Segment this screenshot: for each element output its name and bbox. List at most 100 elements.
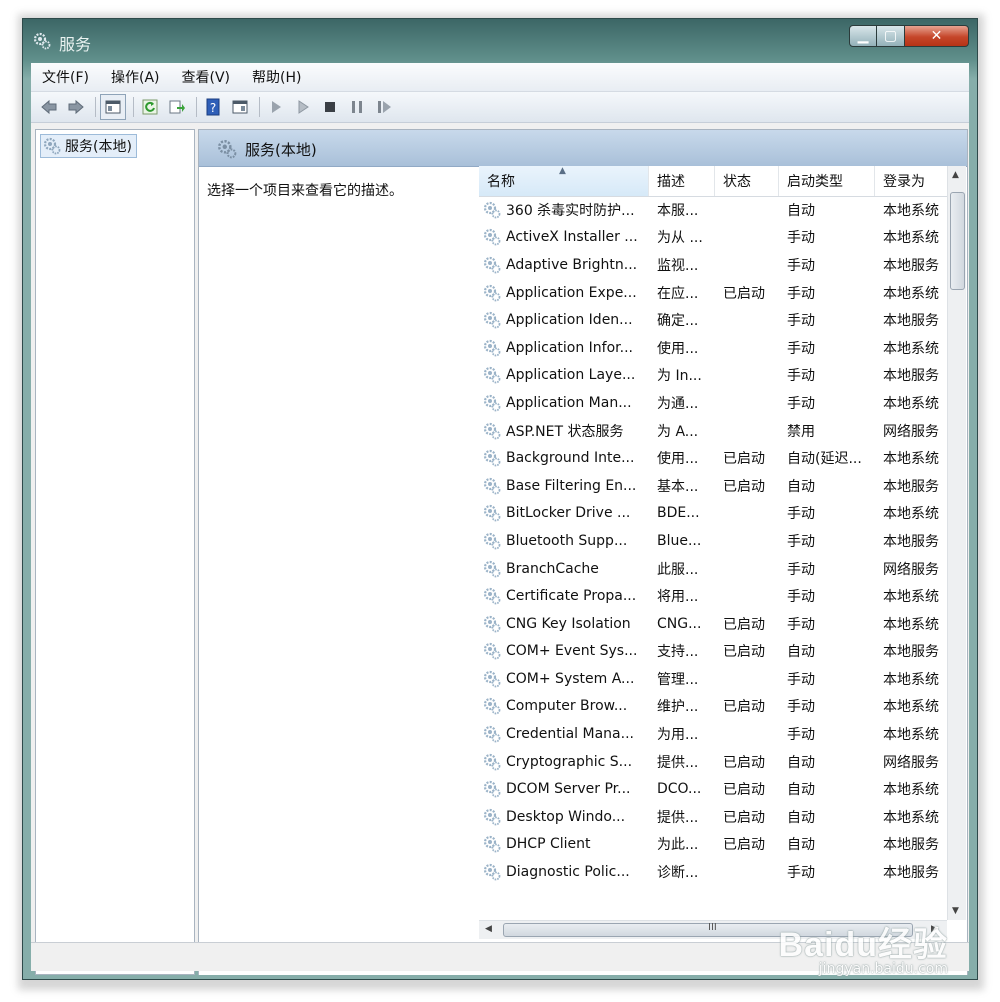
service-startup-type: 手动 (787, 285, 815, 302)
service-gear-icon (483, 808, 501, 826)
table-row[interactable]: Base Filtering En... 基本... 已启动 自动 本地服务 (479, 472, 947, 500)
column-status[interactable]: 状态 (715, 166, 779, 196)
service-name: ActiveX Installer ... (506, 229, 638, 246)
toolbar-separator (196, 97, 197, 117)
scroll-left-icon[interactable]: ◀ (485, 924, 492, 934)
service-description: 将用... (657, 589, 699, 606)
service-name-cell: Credential Mana... (479, 725, 649, 743)
service-name-cell: COM+ System A... (479, 670, 649, 688)
service-logon-as: 网络服务 (883, 423, 939, 440)
stop-service-button[interactable] (318, 95, 342, 119)
menu-file[interactable]: 文件(F) (31, 67, 100, 87)
table-row[interactable]: CNG Key Isolation CNG... 已启动 手动 本地系统 (479, 610, 947, 638)
column-logon-as-label: 登录为 (883, 174, 925, 190)
forward-button[interactable] (64, 95, 88, 119)
column-name[interactable]: 名称 ▲ (479, 166, 649, 196)
vertical-scroll-thumb[interactable] (950, 192, 965, 290)
details-header: 服务(本地) (199, 130, 967, 167)
table-row[interactable]: Background Inte... 使用... 已启动 自动(延迟... 本地系统 (479, 444, 947, 472)
table-row[interactable]: Adaptive Brightn... 监视... 手动 本地服务 (479, 251, 947, 279)
svg-text:?: ? (210, 101, 216, 115)
column-logon-as[interactable]: 登录为 (875, 166, 947, 196)
service-logon-as: 本地系统 (883, 395, 939, 412)
service-gear-icon (483, 284, 501, 301)
service-description: 为从 ... (657, 230, 703, 247)
services-window: 服务 ▁ ▢ ✕ 文件(F) 操作(A) 查看(V) 帮助(H) ? 服务(本地… (22, 18, 978, 980)
export-list-button[interactable] (165, 95, 189, 119)
table-row[interactable]: Application Iden... 确定... 手动 本地服务 (479, 306, 947, 334)
sort-ascending-icon: ▲ (559, 166, 566, 176)
scroll-down-icon[interactable]: ▼ (952, 906, 959, 916)
service-name: Application Iden... (506, 312, 633, 329)
service-gear-icon (483, 201, 501, 219)
service-status: 已启动 (723, 837, 765, 854)
service-name-cell: ASP.NET 状态服务 (479, 421, 649, 441)
table-row[interactable]: Application Laye... 为 In... 手动 本地服务 (479, 362, 947, 390)
table-row[interactable]: Certificate Propa... 将用... 手动 本地系统 (479, 582, 947, 610)
table-row[interactable]: Application Expe... 在应... 已启动 手动 本地系统 (479, 279, 947, 307)
service-name-cell: Application Iden... (479, 311, 649, 329)
service-name-cell: Computer Brow... (479, 697, 649, 715)
service-description: 为用... (657, 727, 699, 744)
table-row[interactable]: Computer Brow... 维护... 已启动 手动 本地系统 (479, 693, 947, 721)
close-button[interactable]: ✕ (905, 25, 969, 47)
properties-button[interactable] (228, 95, 252, 119)
service-startup-type: 手动 (787, 395, 815, 412)
table-row[interactable]: Application Man... 为通... 手动 本地系统 (479, 389, 947, 417)
table-row[interactable]: ASP.NET 状态服务 为 A... 禁用 网络服务 (479, 417, 947, 445)
service-name-cell: Adaptive Brightn... (479, 256, 649, 274)
menu-help[interactable]: 帮助(H) (241, 67, 312, 87)
minimize-button[interactable]: ▁ (849, 25, 877, 47)
service-logon-as: 本地服务 (883, 257, 939, 274)
table-row[interactable]: BranchCache 此服... 手动 网络服务 (479, 555, 947, 583)
console-tree-pane: 服务(本地) (35, 129, 195, 975)
minimize-icon: ▁ (857, 28, 869, 44)
start-service-button[interactable] (264, 95, 288, 119)
services-list: 名称 ▲ 描述 状态 启动类型 登录为 360 杀毒实时防护... 本服... 自动… (479, 166, 947, 920)
table-row[interactable]: ActiveX Installer ... 为从 ... 手动 本地系统 (479, 224, 947, 252)
start-service-alt-button[interactable] (291, 95, 315, 119)
table-row[interactable]: DCOM Server Pr... DCO... 已启动 自动 本地系统 (479, 775, 947, 803)
table-row[interactable]: Desktop Windo... 提供... 已启动 自动 本地系统 (479, 803, 947, 831)
menu-action[interactable]: 操作(A) (100, 67, 171, 87)
back-button[interactable] (37, 95, 61, 119)
service-name: Application Expe... (506, 284, 637, 301)
service-gear-icon (483, 312, 501, 329)
service-name: Base Filtering En... (506, 477, 637, 494)
show-hide-tree-button[interactable] (100, 94, 126, 120)
service-description: 为通... (657, 395, 699, 412)
tree-item-label: 服务(本地) (65, 139, 132, 155)
pause-service-button[interactable] (345, 95, 369, 119)
service-gear-icon (483, 532, 501, 550)
column-description[interactable]: 描述 (649, 166, 715, 196)
table-row[interactable]: Diagnostic Polic... 诊断... 手动 本地服务 (479, 858, 947, 886)
restart-service-button[interactable] (372, 95, 396, 119)
toolbar-separator (259, 97, 260, 117)
service-name: Diagnostic Polic... (506, 864, 630, 881)
table-row[interactable]: Application Infor... 使用... 手动 本地系统 (479, 334, 947, 362)
service-name-cell: COM+ Event Sys... (479, 642, 649, 660)
table-row[interactable]: BitLocker Drive ... BDE... 手动 本地系统 (479, 500, 947, 528)
table-row[interactable]: COM+ System A... 管理... 手动 本地系统 (479, 665, 947, 693)
table-row[interactable]: COM+ Event Sys... 支持... 已启动 自动 本地服务 (479, 638, 947, 666)
tree-item-services-local[interactable]: 服务(本地) (40, 134, 137, 158)
service-name-cell: Background Inte... (479, 449, 649, 467)
menu-view[interactable]: 查看(V) (171, 67, 242, 87)
table-row[interactable]: Cryptographic S... 提供... 已启动 自动 网络服务 (479, 748, 947, 776)
maximize-button[interactable]: ▢ (877, 25, 905, 47)
service-status: 已启动 (723, 451, 765, 468)
column-startup-type[interactable]: 启动类型 (779, 166, 875, 196)
table-row[interactable]: Credential Mana... 为用... 手动 本地系统 (479, 720, 947, 748)
table-row[interactable]: DHCP Client 为此... 已启动 自动 本地服务 (479, 831, 947, 859)
service-startup-type: 手动 (787, 506, 815, 523)
scroll-up-icon[interactable]: ▲ (952, 170, 959, 180)
help-button[interactable]: ? (201, 95, 225, 119)
table-row[interactable]: 360 杀毒实时防护... 本服... 自动 本地系统 (479, 196, 947, 224)
table-row[interactable]: Bluetooth Supp... Blue... 手动 本地服务 (479, 527, 947, 555)
forward-arrow-icon (68, 99, 84, 115)
refresh-button[interactable] (138, 95, 162, 119)
title-bar[interactable]: 服务 ▁ ▢ ✕ (23, 19, 977, 63)
vertical-scrollbar[interactable]: ▲ ▼ (947, 166, 966, 920)
service-name: Application Man... (506, 394, 632, 411)
service-name: Certificate Propa... (506, 588, 637, 605)
